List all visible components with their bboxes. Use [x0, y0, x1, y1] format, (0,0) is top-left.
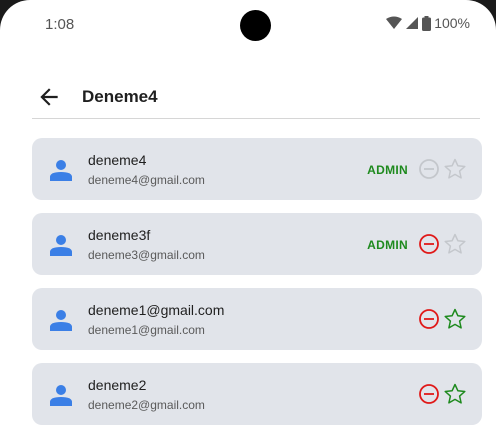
person-icon: [50, 235, 72, 256]
user-email: deneme2@gmail.com: [88, 398, 205, 412]
page-title: Deneme4: [82, 87, 158, 106]
remove-user-icon[interactable]: [418, 383, 440, 405]
user-name: deneme1@gmail.com: [88, 302, 225, 318]
admin-badge: ADMIN: [367, 163, 408, 177]
user-email: deneme3@gmail.com: [88, 248, 205, 262]
star-icon[interactable]: [443, 232, 467, 256]
star-icon[interactable]: [443, 307, 467, 331]
app-bar: Deneme4: [32, 78, 480, 119]
user-name: deneme3f: [88, 227, 151, 243]
user-email: deneme1@gmail.com: [88, 323, 205, 337]
phone-screen: 1:08 100% Deneme4 deneme4 deneme4@gmail.…: [0, 0, 496, 430]
user-card[interactable]: deneme4 deneme4@gmail.com ADMIN: [32, 138, 482, 200]
user-name: deneme4: [88, 152, 147, 168]
remove-user-icon[interactable]: [418, 158, 440, 180]
person-icon: [50, 385, 72, 406]
admin-badge: ADMIN: [367, 238, 408, 252]
status-time: 1:08: [45, 16, 75, 33]
back-arrow-icon[interactable]: [36, 84, 62, 110]
user-list: deneme4 deneme4@gmail.com ADMIN deneme3f…: [32, 138, 482, 430]
user-name: deneme2: [88, 377, 147, 393]
battery-icon: [422, 15, 432, 31]
battery-percent: 100%: [434, 15, 470, 31]
user-card[interactable]: deneme1@gmail.com deneme1@gmail.com: [32, 288, 482, 350]
wifi-icon: [386, 16, 403, 29]
camera-cutout: [240, 10, 271, 41]
person-icon: [50, 160, 72, 181]
user-card[interactable]: deneme2 deneme2@gmail.com: [32, 363, 482, 425]
status-icons: 100%: [386, 15, 470, 31]
remove-user-icon[interactable]: [418, 308, 440, 330]
person-icon: [50, 310, 72, 331]
user-email: deneme4@gmail.com: [88, 173, 205, 187]
user-card[interactable]: deneme3f deneme3@gmail.com ADMIN: [32, 213, 482, 275]
star-icon[interactable]: [443, 382, 467, 406]
remove-user-icon[interactable]: [418, 233, 440, 255]
status-bar: 1:08 100%: [0, 0, 496, 52]
star-icon[interactable]: [443, 157, 467, 181]
signal-icon: [406, 17, 419, 29]
